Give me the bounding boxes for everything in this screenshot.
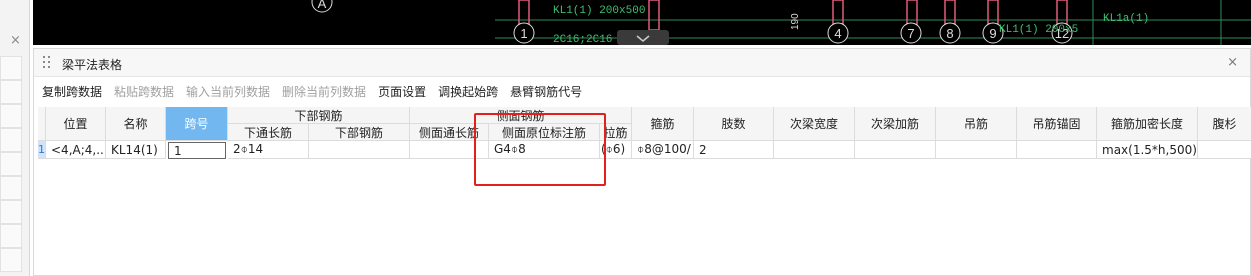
beam-table: 位置 名称 跨号 下部钢筋 下通长筋 下部钢筋 侧面钢筋 侧面通长筋 侧面原位标… — [38, 107, 1251, 159]
cell-name[interactable]: KL14(1) — [106, 141, 166, 159]
axis-label: 1 — [520, 26, 527, 41]
paste-span-data-button[interactable]: 粘贴跨数据 — [114, 83, 174, 101]
close-icon[interactable]: × — [1227, 55, 1238, 70]
axis-label: 7 — [907, 26, 914, 41]
col-header-stirrup[interactable]: 箍筋 — [632, 107, 694, 141]
cad-drawing: A 1 4 7 8 9 12 KL1(1) 200x500 2C16;2C16 … — [311, 0, 1251, 45]
col-header-span-no[interactable]: 跨号 — [166, 107, 228, 141]
panel-title-bar[interactable]: 梁平法表格 × — [34, 49, 1250, 77]
cell-tie-bar[interactable]: (⌽6) — [600, 141, 632, 159]
cell-position[interactable]: <4,A;4,... — [46, 141, 106, 159]
column-mark — [648, 0, 660, 31]
group-header-side-rebar: 侧面钢筋 — [410, 107, 632, 124]
group-header-bottom-rebar: 下部钢筋 — [228, 107, 410, 124]
cell-bottom-through[interactable]: 2⌽14 — [228, 141, 309, 159]
delete-current-column-button[interactable]: 删除当前列数据 — [282, 83, 366, 101]
beam-label: KL1(1) 200x500 — [553, 5, 645, 17]
col-header-legs[interactable]: 肢数 — [694, 107, 774, 141]
swap-start-span-button[interactable]: 调换起始跨 — [438, 83, 498, 101]
cad-drawing-canvas[interactable]: A 1 4 7 8 9 12 KL1(1) 200x500 2C16;2C16 … — [33, 0, 1251, 45]
cell-stirrup[interactable]: ⌽8@100/ — [632, 141, 694, 159]
collapse-tab[interactable] — [617, 30, 669, 45]
input-current-column-button[interactable]: 输入当前列数据 — [186, 83, 270, 101]
beam-label: KL1a(1) — [1103, 13, 1149, 25]
cell-span-no-editor[interactable]: 1 — [168, 142, 226, 159]
cell-stirrup-dense-length[interactable]: max(1.5*h,500) — [1097, 141, 1198, 159]
col-header-side-through[interactable]: 侧面通长筋 — [410, 124, 489, 141]
toolbar: 复制跨数据 粘贴跨数据 输入当前列数据 删除当前列数据 页面设置 调换起始跨 悬… — [42, 83, 594, 101]
left-pane-row[interactable] — [0, 128, 22, 152]
cell-legs[interactable]: 2 — [694, 141, 774, 159]
col-header-hanger-anchor[interactable]: 吊筋锚固 — [1017, 107, 1097, 141]
page-setup-button[interactable]: 页面设置 — [378, 83, 426, 101]
cell-hanger[interactable] — [936, 141, 1017, 159]
panel-title: 梁平法表格 — [62, 58, 123, 72]
dimension-text: 190 — [790, 13, 801, 30]
left-pane-row[interactable] — [0, 56, 22, 80]
left-pane-row[interactable] — [0, 80, 22, 104]
cantilever-rebar-code-button[interactable]: 悬臂钢筋代号 — [510, 83, 582, 101]
beam-table-panel: 梁平法表格 × 复制跨数据 粘贴跨数据 输入当前列数据 删除当前列数据 页面设置… — [33, 48, 1251, 276]
axis-label: 4 — [834, 26, 841, 41]
col-header-side-in-situ[interactable]: 侧面原位标注筋 — [489, 124, 600, 141]
col-header-tie-bar[interactable]: 拉筋 — [600, 124, 632, 141]
col-header-name[interactable]: 名称 — [106, 107, 166, 141]
col-header-bottom-through[interactable]: 下通长筋 — [228, 124, 309, 141]
corner-cell — [38, 107, 46, 141]
left-side-pane: × — [0, 0, 30, 276]
cell-secondary-width[interactable] — [774, 141, 855, 159]
app-window: × A 1 4 7 8 9 12 KL1(1) 200x500 2C16;2C1… — [0, 0, 1251, 276]
axis-label: A — [318, 0, 327, 11]
drag-handle-icon[interactable] — [43, 56, 51, 70]
left-pane-row[interactable] — [0, 176, 22, 200]
col-header-bottom-rebar[interactable]: 下部钢筋 — [309, 124, 410, 141]
beam-label: KL1(1) 200x5 — [999, 24, 1078, 36]
col-header-secondary-width[interactable]: 次梁宽度 — [774, 107, 855, 141]
cell-bottom-rebar[interactable] — [309, 141, 410, 159]
cell-hanger-anchor[interactable] — [1017, 141, 1097, 159]
axis-label: 9 — [989, 26, 996, 41]
left-pane-row[interactable] — [0, 200, 22, 224]
cell-secondary-added[interactable] — [855, 141, 936, 159]
axis-label: 8 — [946, 26, 953, 41]
left-pane-row[interactable] — [0, 248, 22, 272]
cell-side-through[interactable] — [410, 141, 489, 159]
col-header-hanger[interactable]: 吊筋 — [936, 107, 1017, 141]
col-header-secondary-added[interactable]: 次梁加筋 — [855, 107, 936, 141]
copy-span-data-button[interactable]: 复制跨数据 — [42, 83, 102, 101]
cell-legs2[interactable] — [1198, 141, 1251, 159]
beam-label: 2C16;2C16 — [553, 34, 612, 45]
col-header-position[interactable]: 位置 — [46, 107, 106, 141]
left-pane-row[interactable] — [0, 224, 22, 248]
col-header-legs2[interactable]: 腹杉 — [1198, 107, 1251, 141]
cell-side-in-situ[interactable]: G4⌽8 — [489, 141, 600, 159]
left-pane-row[interactable] — [0, 104, 22, 128]
left-pane-close-icon[interactable]: × — [10, 33, 21, 48]
row-number[interactable]: 1 — [38, 141, 46, 159]
col-header-stirrup-dense-length[interactable]: 箍筋加密长度 — [1097, 107, 1198, 141]
left-pane-row[interactable] — [0, 152, 22, 176]
